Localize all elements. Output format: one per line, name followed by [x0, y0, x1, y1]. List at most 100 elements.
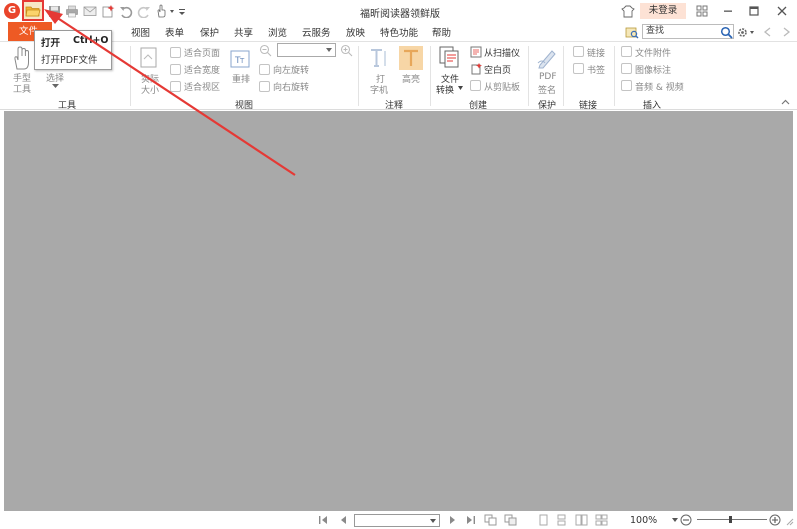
reflow-button[interactable]: TT — [230, 50, 250, 71]
zoom-level-dropdown-icon[interactable] — [672, 518, 678, 522]
settings-icon[interactable] — [736, 24, 756, 40]
new-icon[interactable] — [100, 3, 116, 19]
redo-icon[interactable] — [136, 3, 152, 19]
group-label-protect: 保护 — [538, 101, 557, 111]
zoom-select[interactable] — [277, 43, 336, 57]
tab-protect[interactable]: 保护 — [200, 25, 219, 39]
select-dropdown-icon[interactable] — [52, 84, 59, 89]
bookmark-button[interactable]: 书签 — [587, 63, 605, 76]
continuous-facing-icon[interactable] — [595, 514, 608, 526]
pdf-sign-button[interactable] — [536, 47, 558, 72]
minimize-icon[interactable] — [720, 3, 736, 19]
grid-icon[interactable] — [694, 3, 710, 19]
next-page-icon[interactable] — [448, 515, 458, 525]
single-page-icon[interactable] — [538, 514, 549, 526]
dropdown-shortcut: Ctrl+O — [73, 35, 109, 46]
file-convert-dropdown-icon[interactable] — [458, 86, 463, 90]
search-icon[interactable] — [718, 24, 734, 40]
blank-page-icon — [470, 63, 482, 78]
zoom-dropdown-icon — [326, 48, 332, 52]
zoom-slider-track[interactable] — [697, 519, 767, 520]
tab-help[interactable]: 帮助 — [432, 25, 451, 39]
next-view-icon[interactable] — [504, 514, 517, 526]
ribbon-separator — [358, 46, 359, 106]
tab-features[interactable]: 特色功能 — [380, 25, 418, 39]
email-icon[interactable] — [82, 3, 98, 19]
open-pdf-file-item[interactable]: 打开PDF文件 — [41, 52, 98, 66]
login-button[interactable]: 未登录 — [640, 3, 686, 19]
hand-tool-button[interactable] — [10, 45, 34, 74]
tab-form[interactable]: 表单 — [165, 25, 184, 39]
zoom-out-button-icon[interactable] — [680, 514, 692, 526]
blank-page-button[interactable]: 空白页 — [484, 63, 511, 76]
hand-tool-label-2: 工具 — [13, 85, 32, 95]
rotate-right-button[interactable]: 向右旋转 — [273, 80, 309, 93]
status-bar: 100% — [0, 511, 797, 529]
hand-tool-icon — [14, 46, 29, 70]
actual-size-button[interactable] — [139, 47, 159, 72]
maximize-icon[interactable] — [746, 3, 762, 19]
undo-icon[interactable] — [118, 3, 134, 19]
zoom-in-icon[interactable] — [340, 44, 353, 60]
fit-page-icon — [170, 47, 181, 58]
print-icon[interactable] — [64, 3, 80, 19]
rotate-left-button[interactable]: 向左旋转 — [273, 63, 309, 76]
attachment-button[interactable]: 文件附件 — [635, 46, 671, 59]
clipboard-icon — [470, 80, 481, 91]
open-button[interactable] — [22, 0, 44, 21]
previous-result-icon[interactable] — [760, 24, 776, 40]
typewriter-button[interactable] — [369, 47, 389, 72]
continuous-page-icon[interactable] — [556, 514, 567, 526]
from-clipboard-button[interactable]: 从剪贴板 — [484, 80, 520, 93]
zoom-out-icon[interactable] — [259, 44, 272, 60]
page-number-input[interactable] — [354, 514, 440, 527]
save-icon[interactable] — [46, 3, 62, 19]
facing-page-icon[interactable] — [575, 514, 588, 526]
skin-icon[interactable] — [620, 3, 636, 19]
tab-cloud[interactable]: 云服务 — [302, 25, 331, 39]
customize-icon[interactable] — [178, 3, 186, 19]
link-icon — [573, 46, 584, 57]
highlight-button[interactable] — [399, 46, 423, 70]
zoom-in-button-icon[interactable] — [769, 514, 781, 526]
image-annotation-button[interactable]: 图像标注 — [635, 63, 671, 76]
previous-page-icon[interactable] — [338, 515, 348, 525]
previous-view-icon[interactable] — [484, 514, 497, 526]
collapse-ribbon-icon[interactable] — [781, 99, 790, 105]
fit-width-button[interactable]: 适合宽度 — [184, 63, 220, 76]
scanner-icon — [470, 46, 482, 61]
ribbon-separator — [430, 46, 431, 106]
document-area[interactable] — [4, 111, 793, 511]
pdf-sign-icon — [537, 50, 556, 69]
search-options-icon[interactable] — [624, 24, 640, 40]
zoom-slider-thumb[interactable] — [729, 516, 732, 523]
first-page-icon[interactable] — [318, 515, 329, 525]
file-convert-button[interactable] — [438, 45, 460, 72]
tab-browse[interactable]: 浏览 — [268, 25, 287, 39]
close-icon[interactable] — [774, 3, 790, 19]
group-label-insert: 插入 — [643, 101, 662, 111]
link-button[interactable]: 链接 — [587, 46, 605, 59]
resize-grip-icon[interactable] — [784, 516, 794, 526]
rotate-right-icon — [259, 81, 270, 92]
ribbon-tab-row: 文件 视图 表单 保护 共享 浏览 云服务 放映 特色功能 帮助 查找 — [0, 22, 797, 42]
next-result-icon[interactable] — [778, 24, 794, 40]
dropdown-title[interactable]: 打开 — [41, 35, 60, 49]
app-logo-icon[interactable]: G — [4, 3, 20, 19]
from-scanner-button[interactable]: 从扫描仪 — [484, 46, 520, 59]
ribbon-separator — [528, 46, 529, 106]
fit-page-button[interactable]: 适合页面 — [184, 46, 220, 59]
ribbon-separator — [130, 46, 131, 106]
rotate-left-icon — [259, 64, 270, 75]
hand-icon[interactable] — [155, 3, 179, 19]
zoom-level[interactable]: 100% — [630, 515, 657, 526]
last-page-icon[interactable] — [465, 515, 476, 525]
fit-visible-button[interactable]: 适合视区 — [184, 80, 220, 93]
ribbon-separator — [614, 46, 615, 106]
tab-view[interactable]: 视图 — [131, 25, 150, 39]
tab-share[interactable]: 共享 — [234, 25, 253, 39]
audio-video-button[interactable]: 音频 & 视频 — [635, 80, 684, 93]
select-tool-label[interactable]: 选择 — [46, 71, 64, 84]
reflow-icon: TT — [230, 50, 250, 68]
tab-slideshow[interactable]: 放映 — [346, 25, 365, 39]
